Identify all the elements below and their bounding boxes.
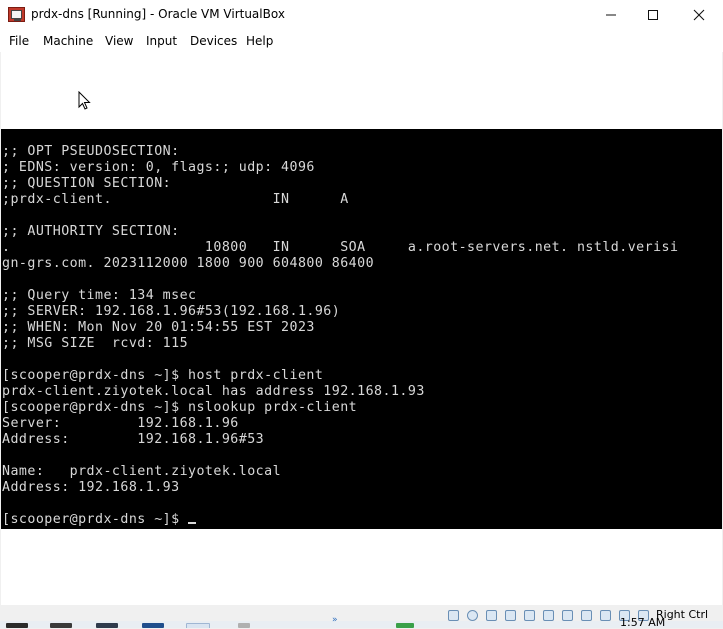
shared-folders-icon[interactable] — [543, 610, 554, 621]
terminal-line: ;; WHEN: Mon Nov 20 01:54:55 EST 2023 — [2, 320, 315, 335]
window-titlebar[interactable]: prdx-dns [Running] - Oracle VM VirtualBo… — [0, 0, 723, 30]
terminal-line: Address: 192.168.1.93 — [2, 480, 180, 495]
terminal-prompt-line[interactable]: [scooper@prdx-dns ~]$ — [2, 512, 197, 528]
taskbar-icon[interactable] — [396, 623, 414, 628]
terminal-cursor — [188, 522, 197, 524]
menu-view[interactable]: View — [105, 34, 133, 48]
terminal-line: ; EDNS: version: 0, flags:; udp: 4096 — [2, 160, 315, 175]
taskbar-icon[interactable] — [238, 623, 250, 628]
taskbar-icon[interactable] — [6, 623, 28, 628]
terminal-line: ;; OPT PSEUDOSECTION: — [2, 144, 180, 159]
terminal-line: prdx-client.ziyotek.local has address 19… — [2, 384, 425, 399]
menu-input[interactable]: Input — [146, 34, 177, 48]
terminal-line: . 10800 IN SOA a.root-servers.net. nstld… — [2, 240, 679, 255]
minimize-button[interactable] — [588, 0, 634, 30]
mouse-pointer-icon — [78, 91, 91, 110]
maximize-button[interactable] — [630, 0, 676, 30]
usb-icon[interactable] — [524, 610, 535, 621]
windows-taskbar — [0, 621, 723, 628]
terminal-line: [scooper@prdx-dns ~]$ nslookup prdx-clie… — [2, 400, 358, 415]
virtualbox-icon — [8, 7, 25, 22]
close-icon — [693, 9, 705, 21]
show-hidden-icons-icon[interactable]: » — [332, 615, 338, 625]
vm-display[interactable]: ;; OPT PSEUDOSECTION: ; EDNS: version: 0… — [1, 52, 722, 612]
close-button[interactable] — [676, 0, 722, 30]
menu-help[interactable]: Help — [246, 34, 273, 48]
menu-machine[interactable]: Machine — [43, 34, 93, 48]
terminal-line: Server: 192.168.1.96 — [2, 416, 239, 431]
terminal-prompt: [scooper@prdx-dns ~]$ — [2, 512, 189, 527]
taskbar-icon[interactable] — [50, 623, 72, 628]
taskbar-virtualbox-icon[interactable] — [186, 623, 210, 628]
menu-file[interactable]: File — [9, 34, 29, 48]
taskbar-icon[interactable] — [96, 623, 118, 628]
terminal-console[interactable]: ;; OPT PSEUDOSECTION: ; EDNS: version: 0… — [1, 129, 722, 529]
network-icon[interactable] — [505, 610, 516, 621]
hard-disk-icon[interactable] — [448, 610, 459, 621]
menu-bar: File Machine View Input Devices Help — [0, 30, 723, 52]
terminal-line: [scooper@prdx-dns ~]$ host prdx-client — [2, 368, 324, 383]
terminal-line: ;; SERVER: 192.168.1.96#53(192.168.1.96) — [2, 304, 341, 319]
terminal-line: ;; Query time: 134 msec — [2, 288, 197, 303]
terminal-line: Name: prdx-client.ziyotek.local — [2, 464, 282, 479]
audio-icon[interactable] — [486, 610, 497, 621]
taskbar-clock[interactable]: 1:57 AM — [620, 616, 665, 629]
display-icon[interactable] — [562, 610, 573, 621]
menu-devices[interactable]: Devices — [190, 34, 237, 48]
terminal-line: ;prdx-client. IN A — [2, 192, 349, 207]
terminal-line: ;; MSG SIZE rcvd: 115 — [2, 336, 189, 351]
taskbar-icon[interactable] — [142, 623, 164, 628]
terminal-line: ;; AUTHORITY SECTION: — [2, 224, 180, 239]
cpu-icon[interactable] — [600, 610, 611, 621]
terminal-line: Address: 192.168.1.96#53 — [2, 432, 265, 447]
terminal-line: gn-grs.com. 2023112000 1800 900 604800 8… — [2, 256, 375, 271]
terminal-line: ;; QUESTION SECTION: — [2, 176, 172, 191]
minimize-icon — [606, 14, 616, 16]
maximize-icon — [648, 10, 658, 20]
window-title: prdx-dns [Running] - Oracle VM VirtualBo… — [31, 7, 285, 21]
optical-drive-icon[interactable] — [467, 610, 478, 621]
recording-icon[interactable] — [581, 610, 592, 621]
